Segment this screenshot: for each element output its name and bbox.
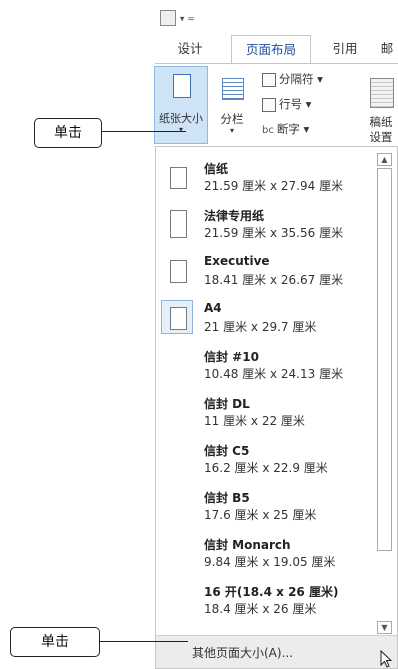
tab-references[interactable]: 引用 xyxy=(322,35,368,63)
scrollbar-thumb[interactable] xyxy=(377,168,392,551)
paper-size-button[interactable]: 纸张大小 ▾ xyxy=(154,66,208,144)
grid-paper-label-line2: 设置 xyxy=(369,130,393,144)
callout-leader-bottom xyxy=(100,641,188,642)
line-numbers-icon xyxy=(262,97,276,112)
dropdown-scrollbar[interactable]: ▲ ▼ xyxy=(377,153,393,635)
paper-size-item-envelope-b5[interactable]: 信封 B5 17.6 厘米 x 25 厘米 xyxy=(156,482,376,529)
dropdown-arrow-icon[interactable]: ▾ ≂ xyxy=(180,15,195,25)
chevron-down-icon: ▾ xyxy=(229,126,234,135)
portrait-page-icon xyxy=(170,210,187,238)
paper-size-item-16k[interactable]: 16 开(18.4 x 26 厘米) 18.4 厘米 x 26 厘米 xyxy=(156,576,376,623)
line-numbers-button[interactable]: 行号 ▾ xyxy=(262,95,311,113)
columns-label: 分栏 xyxy=(220,112,244,126)
undo-icon[interactable] xyxy=(160,10,176,26)
paper-size-dims: 10.48 厘米 x 24.13 厘米 xyxy=(204,367,344,381)
paper-size-dims: 21 厘米 x 29.7 厘米 xyxy=(204,320,317,334)
breaks-label: 分隔符 ▾ xyxy=(279,72,323,86)
paper-size-name: Executive xyxy=(204,254,270,268)
chevron-down-icon: ▾ xyxy=(178,125,183,134)
paper-size-name: A4 xyxy=(204,301,222,315)
quick-access-toolbar: ▾ ≂ xyxy=(160,10,195,30)
hyphenation-icon: bc xyxy=(262,125,274,136)
paper-size-dims: 17.6 厘米 x 25 厘米 xyxy=(204,508,317,522)
tab-design[interactable]: 设计 xyxy=(162,35,218,63)
paper-size-icon xyxy=(173,74,191,98)
grid-paper-settings-button[interactable]: 稿纸 设置 xyxy=(364,66,398,144)
grid-paper-label-line1: 稿纸 xyxy=(369,115,393,129)
paper-size-name: 法律专用纸 xyxy=(204,209,265,223)
paper-size-item-envelope-dl[interactable]: 信封 DL 11 厘米 x 22 厘米 xyxy=(156,388,376,435)
scroll-down-icon[interactable]: ▼ xyxy=(377,621,392,634)
portrait-page-icon xyxy=(170,307,187,330)
paper-size-name: 信封 #10 xyxy=(204,350,259,364)
callout-click-top: 单击 xyxy=(34,118,102,148)
line-numbers-label: 行号 ▾ xyxy=(279,97,312,111)
grid-paper-icon xyxy=(370,78,394,108)
paper-size-name: 16 开(18.4 x 26 厘米) xyxy=(204,585,339,599)
hyphenation-button[interactable]: bc 断字 ▾ xyxy=(262,120,309,138)
paper-size-item-legal[interactable]: 法律专用纸 21.59 厘米 x 35.56 厘米 xyxy=(156,200,376,247)
paper-size-item-a4[interactable]: A4 21 厘米 x 29.7 厘米 xyxy=(156,294,376,341)
paper-size-dims: 11 厘米 x 22 厘米 xyxy=(204,414,305,428)
paper-size-dims: 21.59 厘米 x 27.94 厘米 xyxy=(204,179,344,193)
tab-page-layout[interactable]: 页面布局 xyxy=(231,35,311,63)
paper-size-item-envelope-monarch[interactable]: 信封 Monarch 9.84 厘米 x 19.05 厘米 xyxy=(156,529,376,576)
paper-size-label: 纸张大小 xyxy=(159,112,203,125)
breaks-icon xyxy=(262,72,276,87)
hyphenation-label: 断字 ▾ xyxy=(276,122,310,136)
more-paper-sizes-label: 其他页面大小(A)... xyxy=(192,646,294,660)
paper-size-item-envelope-10[interactable]: 信封 #10 10.48 厘米 x 24.13 厘米 xyxy=(156,341,376,388)
callout-leader-top xyxy=(102,131,186,132)
tab-mailings[interactable]: 邮 xyxy=(376,35,398,63)
paper-size-dims: 21.59 厘米 x 35.56 厘米 xyxy=(204,226,344,240)
portrait-page-icon xyxy=(170,260,187,283)
columns-icon xyxy=(222,78,244,100)
columns-button[interactable]: 分栏 ▾ xyxy=(214,66,250,144)
callout-click-bottom: 单击 xyxy=(10,627,100,657)
paper-size-dims: 18.41 厘米 x 26.67 厘米 xyxy=(204,273,344,287)
paper-size-item-letter[interactable]: 信纸 21.59 厘米 x 27.94 厘米 xyxy=(156,153,376,200)
paper-size-list: 信纸 21.59 厘米 x 27.94 厘米 法律专用纸 21.59 厘米 x … xyxy=(156,147,376,635)
paper-size-item-executive[interactable]: Executive 18.41 厘米 x 26.67 厘米 xyxy=(156,247,376,294)
paper-size-dropdown: 信纸 21.59 厘米 x 27.94 厘米 法律专用纸 21.59 厘米 x … xyxy=(155,146,398,669)
portrait-page-icon xyxy=(170,167,187,189)
paper-size-name: 信封 B5 xyxy=(204,491,250,505)
paper-size-name: 信纸 xyxy=(204,162,229,176)
breaks-button[interactable]: 分隔符 ▾ xyxy=(262,70,323,88)
paper-size-name: 信封 DL xyxy=(204,397,250,411)
paper-size-name: 信封 C5 xyxy=(204,444,250,458)
paper-size-dims: 9.84 厘米 x 19.05 厘米 xyxy=(204,555,336,569)
ribbon-divider xyxy=(155,63,398,64)
paper-size-name: 信封 Monarch xyxy=(204,538,291,552)
paper-size-item-envelope-c5[interactable]: 信封 C5 16.2 厘米 x 22.9 厘米 xyxy=(156,435,376,482)
paper-size-dims: 16.2 厘米 x 22.9 厘米 xyxy=(204,461,328,475)
paper-size-dims: 18.4 厘米 x 26 厘米 xyxy=(204,602,317,616)
scroll-up-icon[interactable]: ▲ xyxy=(377,153,392,166)
more-paper-sizes-button[interactable]: 其他页面大小(A)... xyxy=(156,635,397,668)
mouse-cursor-icon xyxy=(380,650,393,668)
